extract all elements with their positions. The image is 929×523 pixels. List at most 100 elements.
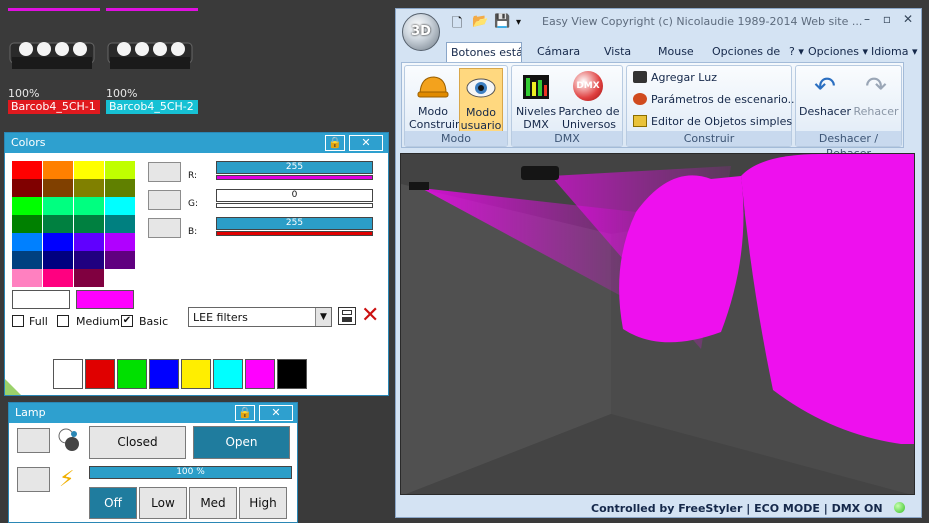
palette-swatch[interactable] bbox=[12, 269, 42, 287]
palette-swatch[interactable] bbox=[105, 251, 135, 269]
palette-swatch[interactable] bbox=[74, 269, 104, 287]
red-slider[interactable]: 255 bbox=[216, 161, 373, 180]
green-slider[interactable]: 0 bbox=[216, 189, 373, 208]
modo-usuario-button[interactable]: Modo usuario bbox=[459, 68, 503, 132]
parametros-escenario-item[interactable]: Parámetros de escenario... bbox=[633, 93, 798, 106]
quick-color-button[interactable] bbox=[181, 359, 211, 389]
language-menu[interactable]: Idioma ▾ bbox=[871, 42, 918, 62]
minimize-button[interactable]: – bbox=[857, 12, 877, 30]
blue-slider[interactable]: 255 bbox=[216, 217, 373, 236]
quick-color-button[interactable] bbox=[85, 359, 115, 389]
quick-color-button[interactable] bbox=[245, 359, 275, 389]
parcheo-universos-button[interactable]: DMX Parcheo de Universos bbox=[558, 68, 620, 132]
palette-swatch[interactable] bbox=[43, 215, 73, 233]
palette-swatch[interactable] bbox=[43, 161, 73, 179]
tab-camara[interactable]: Cámara bbox=[537, 42, 580, 62]
high-button[interactable]: High bbox=[239, 487, 287, 519]
agregar-luz-item[interactable]: Agregar Luz bbox=[633, 71, 717, 84]
scene-params-icon bbox=[633, 93, 647, 105]
new-file-icon[interactable]: 🗋 bbox=[452, 14, 462, 36]
tab-vista[interactable]: Vista bbox=[604, 42, 631, 62]
deshacer-button[interactable]: ↶ Deshacer bbox=[799, 68, 851, 132]
fixture-2[interactable]: 100% Barcob4_5CH-2 bbox=[106, 8, 198, 114]
dimmer-progress[interactable]: 100 % bbox=[89, 466, 292, 479]
palette-swatch[interactable] bbox=[12, 233, 42, 251]
palette-swatch[interactable] bbox=[12, 179, 42, 197]
palette-swatch[interactable] bbox=[43, 179, 73, 197]
closed-button[interactable]: Closed bbox=[89, 426, 186, 459]
open-button[interactable]: Open bbox=[193, 426, 290, 459]
shutter-icon bbox=[56, 427, 82, 453]
options-menu[interactable]: Opciones ▾ bbox=[808, 42, 868, 62]
rehacer-button[interactable]: ↷ Rehacer bbox=[852, 68, 900, 132]
palette-swatch[interactable] bbox=[74, 215, 104, 233]
palette-swatch[interactable] bbox=[105, 197, 135, 215]
off-button[interactable]: Off bbox=[89, 487, 137, 519]
palette-swatch[interactable] bbox=[43, 251, 73, 269]
tab-opciones-de[interactable]: Opciones de c bbox=[712, 42, 783, 62]
palette-swatch[interactable] bbox=[105, 215, 135, 233]
parcheo-label: Parcheo de Universos bbox=[558, 105, 620, 131]
palette-swatch[interactable] bbox=[43, 233, 73, 251]
palette-swatch[interactable] bbox=[12, 215, 42, 233]
modo-construir-button[interactable]: Modo Construir bbox=[409, 68, 460, 132]
palette-swatch[interactable] bbox=[12, 161, 42, 179]
dimmer-preset-button[interactable] bbox=[17, 467, 50, 492]
open-folder-icon[interactable]: 📂 bbox=[472, 14, 488, 29]
palette-swatch[interactable] bbox=[74, 161, 104, 179]
tab-botones[interactable]: Botones están bbox=[446, 42, 522, 62]
options-label: Opciones bbox=[808, 45, 859, 58]
basic-checkbox[interactable]: ✔ bbox=[121, 315, 133, 327]
palette-swatch[interactable] bbox=[43, 197, 73, 215]
lock-icon[interactable]: 🔒 bbox=[325, 135, 345, 151]
blue-preset-button[interactable] bbox=[148, 218, 181, 238]
palette-swatch[interactable] bbox=[105, 161, 135, 179]
close-button[interactable]: ✕ bbox=[349, 135, 383, 151]
medium-checkbox[interactable] bbox=[57, 315, 69, 327]
palette-swatch[interactable] bbox=[74, 197, 104, 215]
palette-swatch[interactable] bbox=[105, 233, 135, 251]
quick-color-button[interactable] bbox=[53, 359, 83, 389]
shutter-preset-button[interactable] bbox=[17, 428, 50, 453]
language-label: Idioma bbox=[871, 45, 909, 58]
qat-chevron-icon[interactable]: ▾ bbox=[516, 17, 521, 28]
palette-swatch[interactable] bbox=[12, 197, 42, 215]
green-value: 0 bbox=[216, 189, 373, 202]
palette-swatch[interactable] bbox=[74, 251, 104, 269]
lock-icon[interactable]: 🔒 bbox=[235, 405, 255, 421]
green-preset-button[interactable] bbox=[148, 190, 181, 210]
led-bar-icon bbox=[8, 33, 100, 77]
niveles-dmx-button[interactable]: Niveles DMX bbox=[515, 68, 557, 132]
3d-viewport[interactable] bbox=[400, 153, 915, 495]
low-button[interactable]: Low bbox=[139, 487, 187, 519]
palette-swatch[interactable] bbox=[74, 179, 104, 197]
quick-color-button[interactable] bbox=[117, 359, 147, 389]
save-icon[interactable] bbox=[338, 307, 356, 325]
fixture-1[interactable]: 100% Barcob4_5CH-1 bbox=[8, 8, 100, 114]
palette-swatch[interactable] bbox=[12, 251, 42, 269]
palette-swatch[interactable] bbox=[43, 269, 73, 287]
close-button[interactable]: ✕ bbox=[898, 12, 918, 30]
palette-swatch[interactable] bbox=[74, 233, 104, 251]
quick-color-button[interactable] bbox=[149, 359, 179, 389]
quick-color-button[interactable] bbox=[213, 359, 243, 389]
delete-icon[interactable]: ✕ bbox=[361, 305, 379, 327]
palette-swatch[interactable] bbox=[105, 179, 135, 197]
fixture-name: Barcob4_5CH-2 bbox=[106, 100, 198, 114]
quick-color-button[interactable] bbox=[277, 359, 307, 389]
ribbon-group-deshacer: ↶ Deshacer ↷ Rehacer Deshacer / Rehacer bbox=[795, 65, 902, 160]
tab-mouse[interactable]: Mouse bbox=[658, 42, 694, 62]
full-checkbox[interactable] bbox=[12, 315, 24, 327]
med-button[interactable]: Med bbox=[189, 487, 237, 519]
help-menu[interactable]: ? ▾ bbox=[789, 42, 804, 62]
close-button[interactable]: ✕ bbox=[259, 405, 293, 421]
editor-objetos-item[interactable]: Editor de Objetos simples bbox=[633, 115, 792, 128]
save-icon[interactable]: 💾 bbox=[494, 14, 510, 29]
filter-select[interactable]: LEE filters ▼ bbox=[188, 307, 332, 327]
red-preset-button[interactable] bbox=[148, 162, 181, 182]
app-orb-button[interactable]: 3D bbox=[402, 13, 440, 51]
resize-corner-icon[interactable] bbox=[5, 379, 21, 395]
blue-value: 255 bbox=[216, 217, 373, 230]
palette-swatch[interactable] bbox=[105, 269, 135, 287]
restore-button[interactable]: ▫ bbox=[877, 12, 897, 30]
